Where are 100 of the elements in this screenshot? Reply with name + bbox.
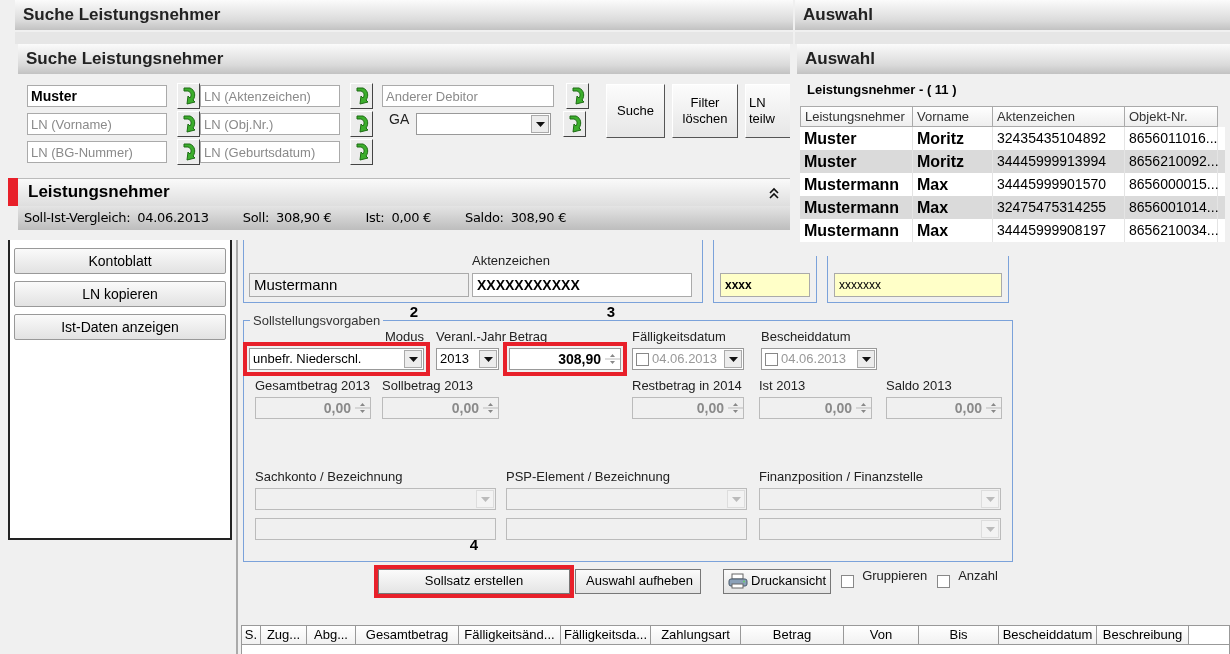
column-header[interactable]: Objekt-Nr.: [1125, 106, 1218, 127]
checkbox[interactable]: [765, 352, 778, 366]
checkbox-label: Gruppieren: [862, 568, 928, 583]
name-cell: Mustermann: [800, 219, 913, 242]
apply-filter-button[interactable]: [177, 83, 200, 109]
search-field[interactable]: LN (Aktenzeichen): [200, 85, 340, 107]
sidebar-button[interactable]: Ist-Daten anzeigen: [14, 314, 226, 340]
status-value: 04.06.2013: [137, 210, 209, 226]
checkbox[interactable]: [937, 574, 951, 588]
field-label: Sollbetrag 2013: [382, 378, 474, 393]
table-row[interactable]: Mustermann Max 32475475314255 8656001014...: [800, 196, 1225, 219]
dropdown-arrow-icon: [861, 356, 871, 362]
dropdown-arrow-icon: [408, 356, 418, 362]
column-header[interactable]: Vorname: [913, 106, 993, 127]
first-name-cell: Max: [913, 219, 993, 242]
apply-filter-button[interactable]: [563, 111, 586, 137]
printer-icon: [728, 573, 748, 589]
apply-filter-button[interactable]: [177, 111, 200, 137]
search-field[interactable]: LN (Vorname): [27, 113, 167, 135]
apply-filter-button[interactable]: [350, 139, 373, 165]
panel-title-bar: Auswahl: [797, 44, 1230, 74]
column-header[interactable]: Fälligkeitsänd...: [459, 626, 561, 644]
dropdown-arrow-icon: [483, 356, 493, 362]
search-panel-button[interactable]: Suche: [606, 84, 665, 138]
file-number-field[interactable]: XXXXXXXXXXX: [472, 273, 692, 297]
field-label: Veranl.-Jahr: [436, 329, 507, 344]
search-field[interactable]: LN (BG-Nummer): [27, 141, 167, 163]
curved-arrow-icon: [180, 114, 197, 134]
curved-arrow-icon: [180, 142, 197, 162]
apply-filter-button[interactable]: [350, 111, 373, 137]
collapse-icon: [768, 186, 780, 199]
dropdown-arrow-icon: [985, 496, 995, 502]
column-header[interactable]: Aktenzeichen: [993, 106, 1125, 127]
panel-title-bar: Suche Leistungsnehmer: [18, 44, 790, 74]
table-row[interactable]: Mustermann Max 34445999908197 8656210034...: [800, 219, 1225, 242]
dropdown-arrow-icon: [480, 496, 490, 502]
section-header-bar[interactable]: Leistungsnehmer: [18, 178, 790, 206]
apply-filter-button[interactable]: [566, 83, 589, 109]
curved-arrow-icon: [353, 86, 370, 106]
dropdown-arrow-icon: [731, 496, 741, 502]
checkbox-label: Anzahl: [958, 568, 998, 583]
column-header[interactable]: Abg...: [307, 626, 356, 644]
panel-title-bar: Auswahl: [795, 0, 1230, 30]
status-label: Ist:: [365, 210, 385, 226]
checkbox[interactable]: [841, 574, 855, 588]
sidebar-button[interactable]: LN kopieren: [14, 281, 226, 307]
column-header[interactable]: Von: [844, 626, 919, 644]
column-header[interactable]: Bis: [919, 626, 999, 644]
field-label: Bescheiddatum: [761, 329, 851, 344]
print-preview-button[interactable]: Druckansicht: [723, 568, 832, 594]
status-value: 308,90 €: [276, 210, 332, 226]
status-label: Soll-Ist-Vergleich:: [24, 210, 131, 226]
search-field[interactable]: LN (Obj.Nr.): [200, 113, 340, 135]
status-label: Soll:: [242, 210, 270, 226]
field-label: GA: [389, 112, 411, 127]
annotation-number: 4: [468, 535, 480, 554]
dropdown-arrow-icon: [728, 356, 738, 362]
table-row[interactable]: Mustermann Max 34445999901570 8656000015...: [800, 173, 1225, 196]
curved-arrow-icon: [353, 142, 370, 162]
panel-title-bar: Suche Leistungsnehmer: [15, 0, 793, 30]
table-row[interactable]: Muster Moritz 34445999913994 8656210092...: [800, 150, 1225, 173]
column-header[interactable]: Betrag: [741, 626, 844, 644]
field-label: Gesamtbetrag 2013: [255, 378, 370, 393]
search-panel-button[interactable]: Filter löschen: [672, 84, 738, 138]
search-field[interactable]: LN (Geburtsdatum): [200, 141, 340, 163]
column-header[interactable]: Beschreibung: [1097, 626, 1189, 644]
column-header[interactable]: Zug...: [261, 626, 307, 644]
column-header[interactable]: Zahlungsart: [651, 626, 741, 644]
dropdown-field[interactable]: 2013: [436, 348, 499, 370]
annotation-number: 3: [606, 303, 615, 321]
field-label: Modus: [384, 329, 424, 344]
name-field[interactable]: Mustermann: [249, 273, 469, 297]
column-header[interactable]: Bescheiddatum: [999, 626, 1097, 644]
dropdown-field[interactable]: [416, 113, 551, 135]
table-cell: 34445999908197: [993, 219, 1125, 242]
sidebar-button[interactable]: Kontoblatt: [14, 248, 226, 274]
curved-arrow-icon: [566, 114, 583, 134]
search-field[interactable]: Anderer Debitor: [382, 85, 554, 107]
search-panel-button[interactable]: LN teilw: [745, 84, 790, 138]
input-field[interactable]: xxxxxxx: [834, 273, 1002, 297]
column-header[interactable]: Gesamtbetrag: [356, 626, 459, 644]
field-label: Fälligkeitsdatum: [632, 329, 726, 344]
column-header[interactable]: Leistungsnehmer: [800, 106, 913, 127]
dropdown-arrow-icon: [535, 121, 545, 127]
apply-filter-button[interactable]: [177, 139, 200, 165]
list-subtitle: Leistungsnehmer - ( 11 ): [806, 81, 958, 100]
column-header[interactable]: S.: [242, 626, 261, 644]
dropdown-arrow-icon: [985, 526, 995, 532]
field-label: Sachkonto / Bezeichnung: [255, 469, 403, 484]
action-button[interactable]: Auswahl aufheben: [575, 568, 701, 594]
field-label: Finanzposition / Finanzstelle: [759, 469, 924, 484]
highlight-frame: [8, 178, 18, 206]
checkbox[interactable]: [636, 352, 649, 366]
search-field[interactable]: Muster: [27, 85, 167, 107]
section-title: Leistungsnehmer: [28, 182, 170, 203]
apply-filter-button[interactable]: [350, 83, 373, 109]
table-row[interactable]: Muster Moritz 32435435104892 8656011016...: [800, 127, 1225, 150]
input-field[interactable]: xxxx: [720, 273, 810, 297]
column-header[interactable]: Fälligkeitsda...: [561, 626, 651, 644]
table-cell: 8656210034...: [1125, 219, 1218, 242]
